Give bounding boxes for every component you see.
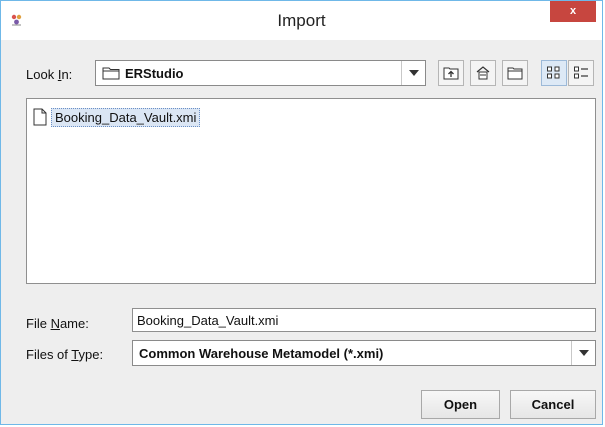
file-type-value: Common Warehouse Metamodel (*.xmi) bbox=[139, 346, 384, 361]
look-in-value: ERStudio bbox=[125, 66, 184, 81]
new-folder-button[interactable] bbox=[502, 60, 528, 86]
folder-icon bbox=[102, 67, 120, 80]
file-name-text: Booking_Data_Vault.xmi bbox=[51, 107, 201, 127]
file-list[interactable]: Booking_Data_Vault.xmi bbox=[26, 98, 596, 284]
cancel-button[interactable]: Cancel bbox=[510, 390, 596, 419]
document-icon bbox=[33, 108, 47, 126]
window-title: Import bbox=[277, 11, 326, 30]
file-type-label: Files of Type: bbox=[26, 347, 104, 362]
import-dialog: Import x Look In: ERStudio Booking_Data_… bbox=[0, 0, 603, 425]
details-view-icon bbox=[574, 66, 588, 79]
new-folder-icon bbox=[507, 67, 523, 80]
up-folder-button[interactable] bbox=[438, 60, 464, 86]
details-view-button[interactable] bbox=[568, 60, 594, 86]
home-icon bbox=[476, 66, 490, 80]
list-item[interactable]: Booking_Data_Vault.xmi bbox=[33, 106, 201, 128]
home-button[interactable] bbox=[470, 60, 496, 86]
list-view-icon bbox=[547, 66, 560, 79]
title-bar[interactable]: Import x bbox=[1, 1, 602, 40]
file-name-label: File Name: bbox=[26, 316, 89, 331]
open-button[interactable]: Open bbox=[421, 390, 500, 419]
up-folder-icon bbox=[443, 67, 459, 80]
look-in-label: Look In: bbox=[26, 67, 73, 82]
file-type-combo[interactable]: Common Warehouse Metamodel (*.xmi) bbox=[132, 340, 596, 366]
chevron-down-icon[interactable] bbox=[401, 61, 425, 85]
file-name-input[interactable] bbox=[132, 308, 596, 332]
list-view-button[interactable] bbox=[541, 60, 567, 86]
chevron-down-icon[interactable] bbox=[571, 341, 595, 365]
look-in-combo[interactable]: ERStudio bbox=[95, 60, 426, 86]
close-button[interactable]: x bbox=[550, 1, 596, 22]
